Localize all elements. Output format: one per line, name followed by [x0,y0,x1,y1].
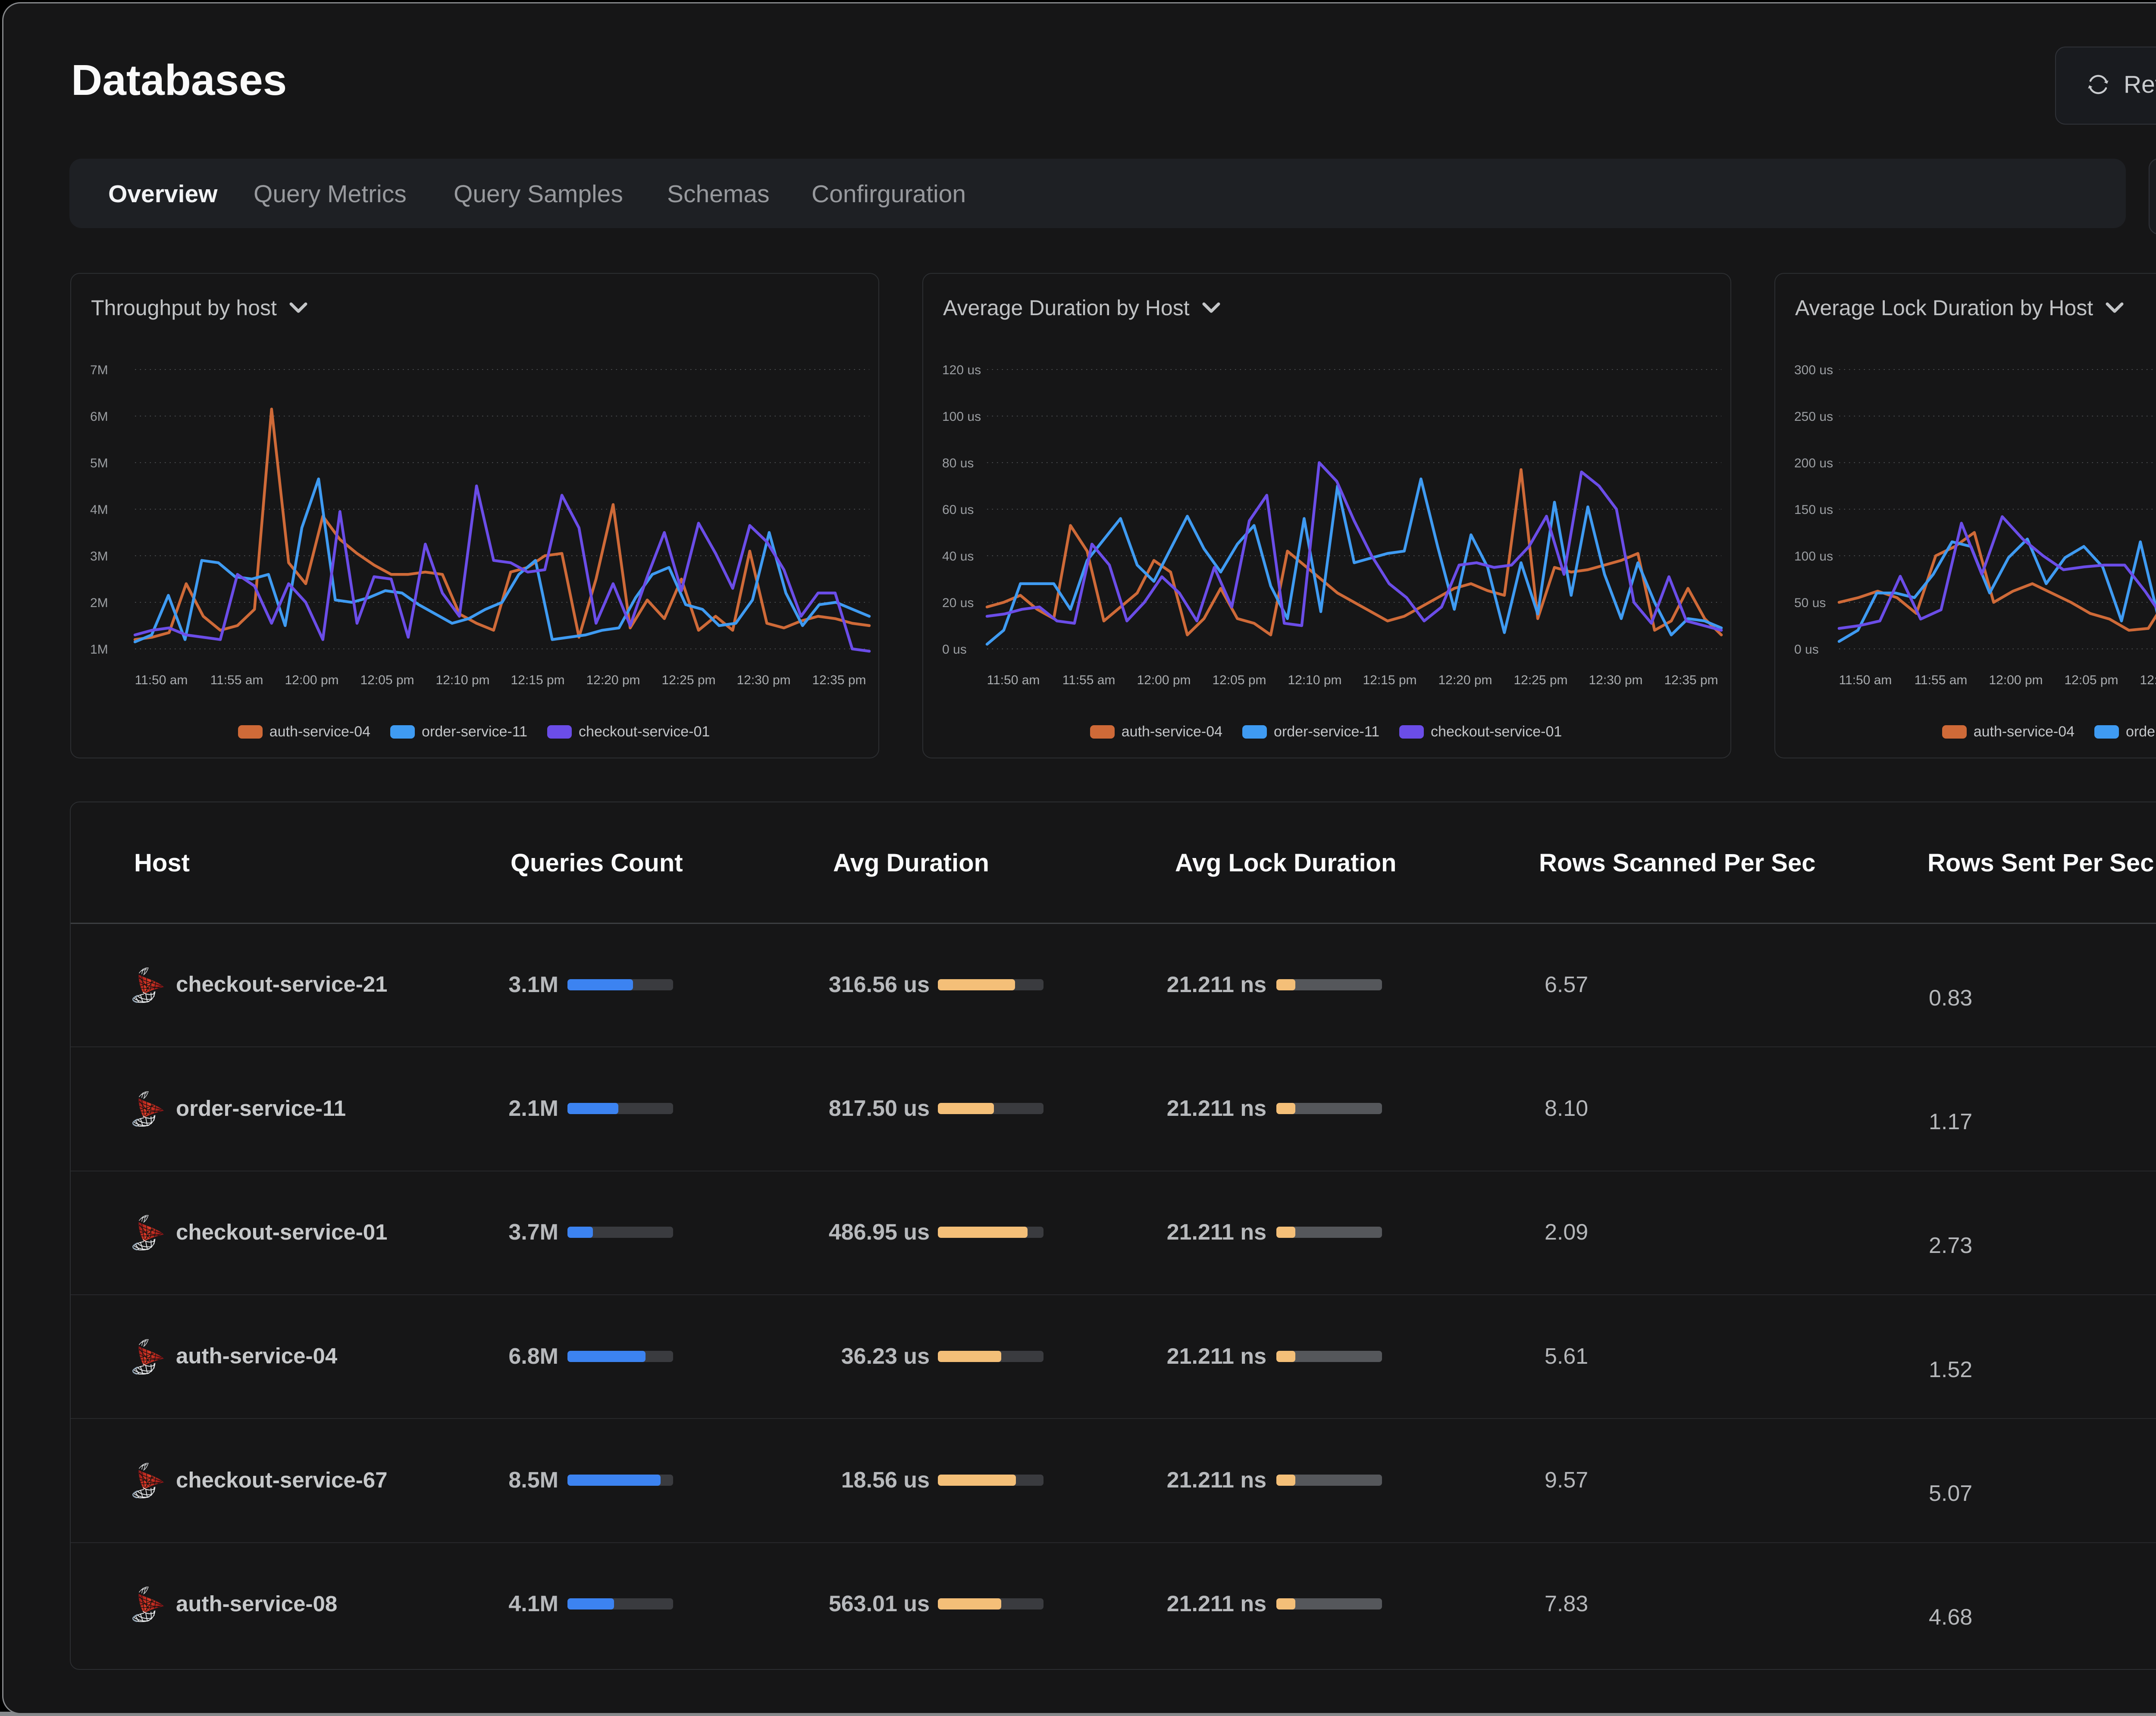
svg-text:200 us: 200 us [1794,456,1833,470]
svg-text:12:25 pm: 12:25 pm [1514,673,1567,687]
svg-text:12:15 pm: 12:15 pm [511,673,564,687]
svg-text:12:10 pm: 12:10 pm [1288,673,1341,687]
svg-text:40 us: 40 us [942,549,974,564]
svg-text:12:15 pm: 12:15 pm [1363,673,1416,687]
svg-text:300 us: 300 us [1794,363,1833,377]
svg-text:120 us: 120 us [942,363,981,377]
svg-text:12:20 pm: 12:20 pm [586,673,640,687]
svg-text:12:10 pm: 12:10 pm [436,673,489,687]
svg-text:0 us: 0 us [942,642,967,657]
svg-text:12:25 pm: 12:25 pm [661,673,715,687]
svg-text:100 us: 100 us [942,410,981,424]
svg-text:12:30 pm: 12:30 pm [1589,673,1642,687]
svg-text:11:50 am: 11:50 am [135,673,188,687]
svg-text:11:55 am: 11:55 am [1915,673,1968,687]
svg-text:12:35 pm: 12:35 pm [1664,673,1718,687]
svg-text:2M: 2M [90,596,108,610]
svg-text:250 us: 250 us [1794,410,1833,424]
svg-text:60 us: 60 us [942,503,974,517]
svg-text:12:05 pm: 12:05 pm [1212,673,1266,687]
svg-text:11:55 am: 11:55 am [1062,673,1116,687]
svg-text:12:30 pm: 12:30 pm [736,673,790,687]
svg-text:3M: 3M [90,549,108,564]
svg-text:4M: 4M [90,503,108,517]
svg-text:80 us: 80 us [942,456,974,470]
svg-text:1M: 1M [90,642,108,657]
svg-text:100 us: 100 us [1794,549,1833,564]
svg-text:11:50 am: 11:50 am [1839,673,1892,687]
svg-text:12:00 pm: 12:00 pm [285,673,338,687]
svg-text:12:20 pm: 12:20 pm [1438,673,1492,687]
svg-text:12:00 pm: 12:00 pm [1989,673,2043,687]
svg-text:7M: 7M [90,363,108,377]
svg-text:11:55 am: 11:55 am [210,673,263,687]
svg-text:12:05 pm: 12:05 pm [2064,673,2118,687]
svg-text:12:05 pm: 12:05 pm [360,673,414,687]
svg-text:11:50 am: 11:50 am [987,673,1040,687]
svg-text:50 us: 50 us [1794,596,1826,610]
svg-text:0 us: 0 us [1794,642,1819,657]
svg-text:5M: 5M [90,456,108,470]
svg-text:12:10 pm: 12:10 pm [2140,673,2156,687]
svg-text:6M: 6M [90,410,108,424]
svg-text:12:00 pm: 12:00 pm [1137,673,1191,687]
svg-text:150 us: 150 us [1794,503,1833,517]
svg-text:20 us: 20 us [942,596,974,610]
svg-text:12:35 pm: 12:35 pm [812,673,866,687]
